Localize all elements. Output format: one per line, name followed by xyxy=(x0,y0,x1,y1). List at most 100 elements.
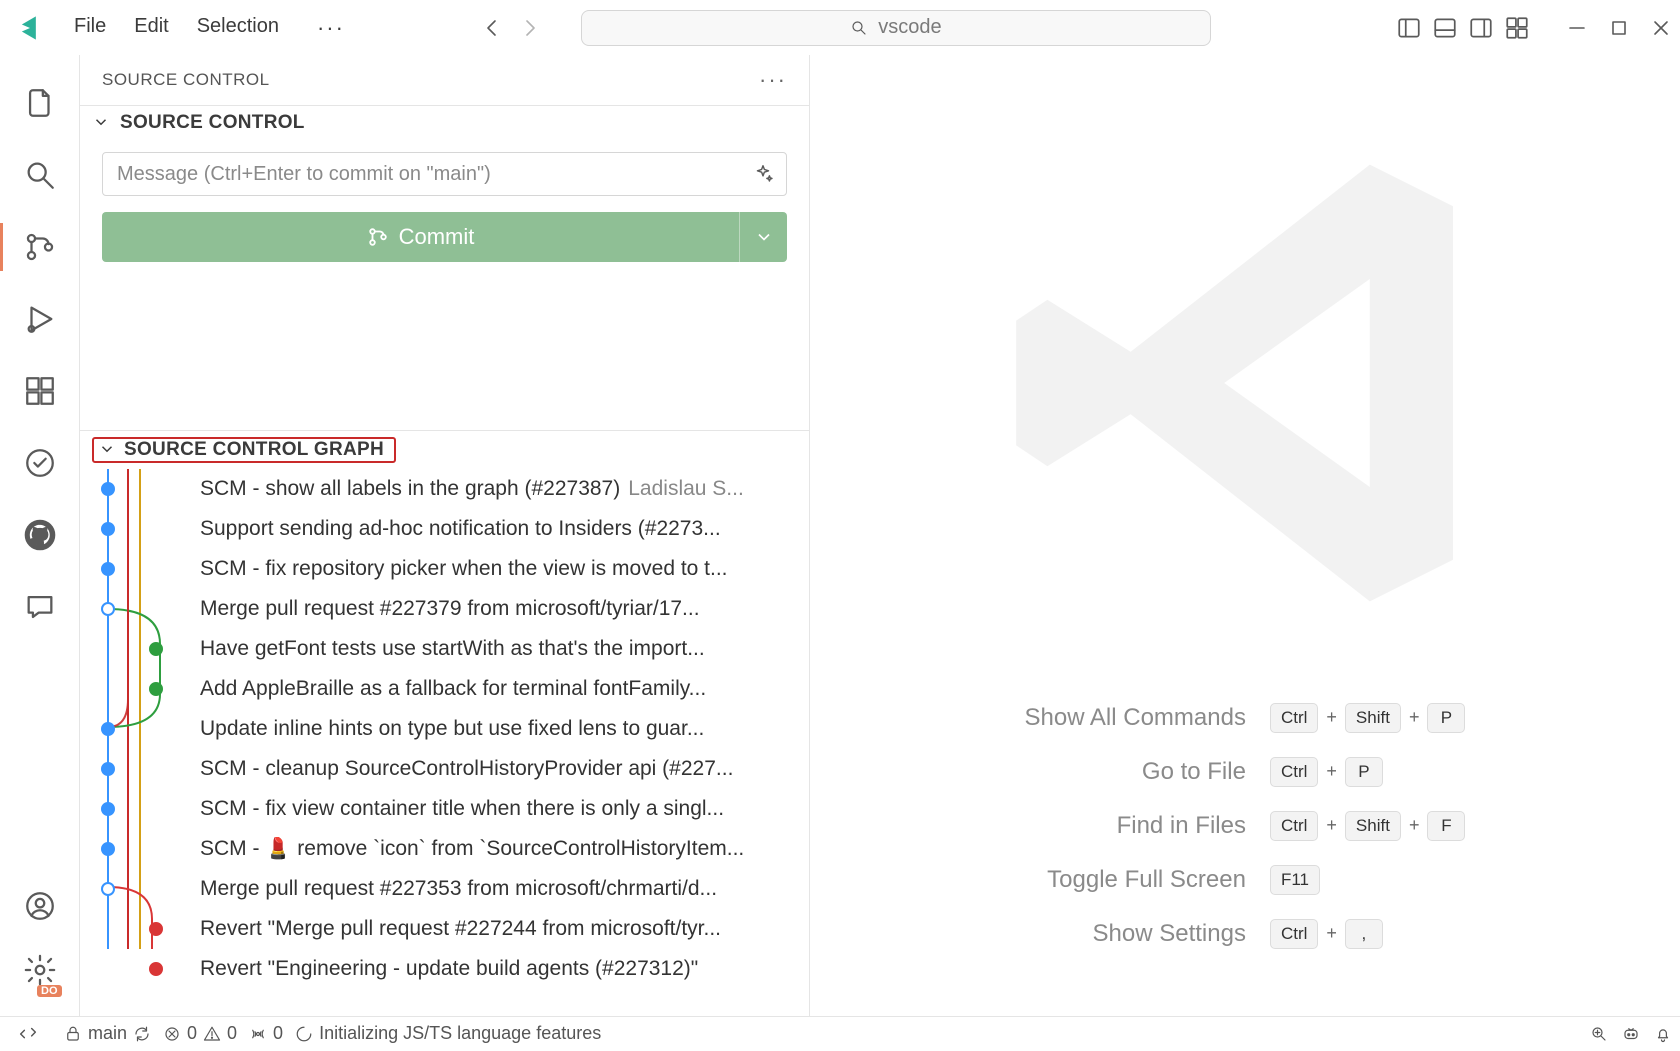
commit-dot-icon xyxy=(149,682,163,696)
menu-more-icon[interactable]: ··· xyxy=(317,15,345,41)
commit-message-field[interactable] xyxy=(102,152,787,196)
activity-search[interactable] xyxy=(12,147,68,203)
shortcut-keys: Ctrl+, xyxy=(1270,919,1466,949)
commit-message: Merge pull request #227353 from microsof… xyxy=(200,877,717,901)
titlebar-right xyxy=(1396,15,1670,41)
section-title: SOURCE CONTROL xyxy=(120,112,305,134)
menu-edit[interactable]: Edit xyxy=(134,15,168,41)
commit-dot-icon xyxy=(101,482,115,496)
menu-selection[interactable]: Selection xyxy=(197,15,279,41)
status-branch-label: main xyxy=(88,1023,127,1044)
status-problems[interactable]: 0 0 xyxy=(163,1023,237,1044)
layout-panel-bottom-icon[interactable] xyxy=(1432,15,1458,41)
activity-extensions[interactable] xyxy=(12,363,68,419)
commit-message: Add AppleBraille as a fallback for termi… xyxy=(200,677,706,701)
graph-gutter xyxy=(90,602,200,616)
layout-sidebar-left-icon[interactable] xyxy=(1396,15,1422,41)
window-maximize-button[interactable] xyxy=(1610,19,1628,37)
vscode-logo-icon xyxy=(16,14,44,42)
commit-dot-icon xyxy=(101,762,115,776)
nav-forward-button[interactable] xyxy=(517,16,541,40)
commit-dot-icon xyxy=(101,842,115,856)
status-branch[interactable]: main xyxy=(64,1023,151,1044)
view-title: SOURCE CONTROL xyxy=(102,70,270,90)
status-warnings: 0 xyxy=(227,1023,237,1044)
window-close-button[interactable] xyxy=(1652,19,1670,37)
activity-chat[interactable] xyxy=(12,579,68,635)
graph-gutter xyxy=(90,762,200,776)
commit-button[interactable]: Commit xyxy=(102,212,739,262)
layout-sidebar-right-icon[interactable] xyxy=(1468,15,1494,41)
activity-source-control[interactable] xyxy=(12,219,68,275)
source-control-section-header[interactable]: SOURCE CONTROL xyxy=(80,105,809,140)
commit-message: Revert "Engineering - update build agent… xyxy=(200,957,698,981)
graph-section-header[interactable]: SOURCE CONTROL GRAPH xyxy=(80,431,809,469)
shortcut-label: Find in Files xyxy=(1025,812,1246,840)
commit-message: SCM - fix repository picker when the vie… xyxy=(200,557,728,581)
status-bar-right xyxy=(1590,1025,1672,1043)
status-lsp-label: Initializing JS/TS language features xyxy=(319,1023,601,1044)
source-control-body: Commit xyxy=(80,140,809,430)
commit-message: SCM - fix view container title when ther… xyxy=(200,797,724,821)
shortcut-keys: Ctrl+P xyxy=(1270,757,1466,787)
commit-message: SCM - 💄 remove `icon` from `SourceContro… xyxy=(200,837,744,861)
status-bell-icon[interactable] xyxy=(1654,1025,1672,1043)
graph-gutter xyxy=(90,842,200,856)
kbd-key: P xyxy=(1427,703,1465,733)
source-control-view: SOURCE CONTROL ··· SOURCE CONTROL Commit xyxy=(80,55,810,1016)
commit-button-label: Commit xyxy=(399,224,475,250)
window-minimize-button[interactable] xyxy=(1568,19,1586,37)
graph-gutter xyxy=(90,882,200,896)
commit-message: Revert "Merge pull request #227244 from … xyxy=(200,917,721,941)
view-header: SOURCE CONTROL ··· xyxy=(80,55,809,105)
view-more-icon[interactable]: ··· xyxy=(759,67,787,93)
activity-accounts[interactable] xyxy=(12,878,68,934)
commit-graph-list: SCM - show all labels in the graph (#227… xyxy=(80,469,809,1016)
status-ports[interactable]: 0 xyxy=(249,1023,283,1044)
status-copilot-icon[interactable] xyxy=(1622,1025,1640,1043)
main-area: DO SOURCE CONTROL ··· SOURCE CONTROL xyxy=(0,55,1680,1016)
chevron-down-icon xyxy=(98,440,118,460)
menu-file[interactable]: File xyxy=(74,15,106,41)
commit-message: SCM - cleanup SourceControlHistoryProvid… xyxy=(200,757,733,781)
vscode-watermark-icon xyxy=(985,123,1505,643)
status-ports-count: 0 xyxy=(273,1023,283,1044)
kbd-key: , xyxy=(1345,919,1383,949)
kbd-key: Ctrl xyxy=(1270,703,1318,733)
activity-settings[interactable]: DO xyxy=(12,942,68,998)
activity-explorer[interactable] xyxy=(12,75,68,131)
status-zoom-icon[interactable] xyxy=(1590,1025,1608,1043)
kbd-key: P xyxy=(1345,757,1383,787)
commit-dot-icon xyxy=(101,882,115,896)
layout-customize-icon[interactable] xyxy=(1504,15,1530,41)
commit-dropdown-button[interactable] xyxy=(739,212,787,262)
kbd-key: Ctrl xyxy=(1270,811,1318,841)
commit-dot-icon xyxy=(101,802,115,816)
commit-message: Merge pull request #227379 from microsof… xyxy=(200,597,700,621)
graph-gutter xyxy=(90,922,200,936)
commit-dot-icon xyxy=(149,922,163,936)
status-lsp[interactable]: Initializing JS/TS language features xyxy=(295,1023,601,1044)
nav-back-button[interactable] xyxy=(481,16,505,40)
sparkle-icon[interactable] xyxy=(752,163,774,185)
shortcut-keys: Ctrl+Shift+P xyxy=(1270,703,1466,733)
shortcut-keys: Ctrl+Shift+F xyxy=(1270,811,1466,841)
shortcut-label: Go to File xyxy=(1025,758,1246,786)
commit-message: SCM - show all labels in the graph (#227… xyxy=(200,477,620,501)
commit-dot-icon xyxy=(101,602,115,616)
shortcut-label: Show All Commands xyxy=(1025,704,1246,732)
remote-button[interactable] xyxy=(8,1017,48,1051)
command-search-text: vscode xyxy=(878,16,941,39)
command-search[interactable]: vscode xyxy=(581,10,1211,46)
kbd-key: Ctrl xyxy=(1270,757,1318,787)
plus-separator: + xyxy=(1409,707,1420,728)
activity-testing[interactable] xyxy=(12,435,68,491)
commit-message-input[interactable] xyxy=(117,153,742,195)
commit-dot-icon xyxy=(149,642,163,656)
commit-row[interactable]: Revert "Engineering - update build agent… xyxy=(80,949,809,989)
kbd-key: F xyxy=(1427,811,1465,841)
settings-badge: DO xyxy=(37,985,62,997)
graph-gutter xyxy=(90,722,200,736)
activity-github[interactable] xyxy=(12,507,68,563)
activity-run-debug[interactable] xyxy=(12,291,68,347)
